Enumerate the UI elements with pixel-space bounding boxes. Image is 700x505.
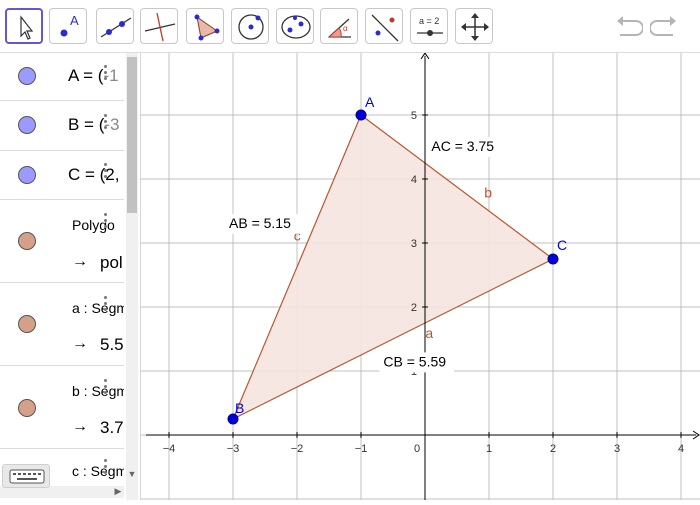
more-menu-icon[interactable] — [104, 296, 108, 314]
y-tick-label: 5 — [411, 110, 417, 122]
conic-tool-icon — [281, 15, 311, 39]
move-graphics-view-icon — [461, 13, 489, 41]
point-c[interactable] — [547, 253, 559, 265]
slider-tool-button[interactable]: a = 2 — [410, 8, 448, 44]
x-tick-label: 0 — [414, 443, 420, 455]
algebra-item-polygon[interactable]: Polygo → pol — [0, 200, 124, 283]
x-tick-label: −1 — [355, 443, 368, 455]
y-tick-label: 4 — [411, 174, 417, 186]
redo-button[interactable] — [649, 12, 680, 40]
slider-tool-text: a = 2 — [419, 16, 439, 26]
algebra-item-segment-b-output: 3.7 — [100, 418, 124, 437]
algebra-scroll-thumb[interactable] — [127, 57, 137, 213]
algebra-item-c[interactable]: C = (2, — [0, 151, 124, 200]
conic-tool-button[interactable] — [276, 8, 314, 44]
algebra-item-segment-a-text: a : Segm — [72, 300, 124, 316]
undo-button[interactable] — [613, 12, 644, 40]
circle-center-point-tool-icon — [238, 14, 264, 40]
x-tick-label: −2 — [291, 443, 304, 455]
algebra-item-b-text: B = (-3 — [68, 115, 120, 134]
point-label-b: B — [235, 400, 244, 416]
point-label-c: C — [557, 237, 567, 253]
output-arrow: → — [72, 418, 88, 435]
algebra-item-a[interactable]: A = (-1 — [0, 53, 124, 101]
algebra-item-polygon-output: pol — [100, 253, 123, 272]
algebra-item-segment-a-output: 5.5 — [100, 335, 124, 354]
triangle-polygon[interactable] — [231, 114, 555, 421]
reflect-tool-button[interactable] — [365, 8, 403, 44]
scroll-right-arrow-icon[interactable]: ▶ — [112, 486, 124, 498]
segment-b-name: b — [484, 184, 492, 200]
x-tick-label: 4 — [678, 443, 684, 455]
algebra-item-segment-b-text: b : Segm — [72, 383, 124, 399]
x-tick-label: 2 — [550, 443, 556, 455]
visibility-toggle-segment-a[interactable] — [18, 315, 36, 333]
line-tool-button[interactable] — [96, 8, 134, 44]
keyboard-icon — [9, 469, 45, 484]
polygon-tool-icon — [194, 14, 220, 41]
perpendicular-line-tool-icon — [144, 12, 176, 42]
move-tool-icon — [20, 15, 34, 40]
x-tick-label: 1 — [486, 443, 492, 455]
more-menu-icon[interactable] — [104, 163, 108, 181]
redo-icon — [649, 16, 676, 36]
undo-icon — [617, 16, 644, 36]
caption-ac: AC = 3.75 — [431, 138, 494, 154]
algebra-item-polygon-text: Polygo — [72, 217, 115, 233]
algebra-view: A = (-1 B = (-3 C = (2, Polygo → pol a :… — [0, 53, 141, 500]
algebra-item-b[interactable]: B = (-3 — [0, 101, 124, 151]
graphics-canvas[interactable]: −4−3−2−10123412345bcaAB = 5.15AC = 3.75C… — [104, 50, 700, 500]
angle-tool-icon: α — [327, 18, 351, 38]
segment-a-name: a — [425, 325, 433, 341]
more-menu-icon[interactable] — [104, 379, 108, 397]
keyboard-button[interactable] — [2, 464, 50, 488]
x-tick-label: 3 — [614, 443, 620, 455]
algebra-vertical-scrollbar[interactable]: ▼ — [126, 53, 138, 500]
svg-text:α: α — [343, 24, 348, 33]
y-tick-label: 2 — [411, 302, 417, 314]
graphics-view[interactable]: −4−3−2−10123412345bcaAB = 5.15AC = 3.75C… — [104, 50, 700, 500]
move-graphics-view-button[interactable] — [455, 8, 493, 44]
visibility-toggle-polygon[interactable] — [18, 232, 36, 250]
perpendicular-line-tool-button[interactable] — [140, 8, 178, 44]
reflect-tool-icon — [371, 14, 399, 42]
more-menu-icon[interactable] — [104, 65, 108, 83]
x-tick-label: −3 — [227, 443, 240, 455]
visibility-toggle-a[interactable] — [18, 67, 36, 85]
visibility-toggle-c[interactable] — [18, 166, 36, 184]
point-tool-icon: A — [60, 13, 79, 37]
slider-tool-icon: a = 2 — [417, 16, 443, 36]
algebra-item-segment-b[interactable]: b : Segm → 3.7 — [0, 366, 124, 449]
polygon-tool-button[interactable] — [186, 8, 224, 44]
caption-ab: AB = 5.15 — [229, 215, 291, 231]
circle-tool-button[interactable] — [231, 8, 269, 44]
point-tool-letter: A — [70, 13, 79, 28]
algebra-item-segment-a[interactable]: a : Segm → 5.5 — [0, 283, 124, 366]
algebra-item-segment-c-text: c : Segm — [72, 463, 124, 479]
output-arrow: → — [72, 253, 88, 270]
y-tick-label: 3 — [411, 238, 417, 250]
move-tool-button[interactable] — [5, 8, 43, 44]
more-menu-icon[interactable] — [104, 459, 108, 477]
more-menu-icon[interactable] — [104, 213, 108, 231]
toolbar: A α a = 2 — [0, 0, 700, 53]
algebra-item-a-text: A = (-1 — [68, 66, 119, 85]
point-a[interactable] — [355, 109, 367, 121]
x-tick-label: −4 — [163, 443, 176, 455]
line-tool-icon — [100, 17, 132, 38]
point-tool-button[interactable]: A — [49, 8, 87, 44]
output-arrow: → — [72, 335, 88, 352]
caption-cb: CB = 5.59 — [383, 353, 446, 369]
more-menu-icon[interactable] — [104, 114, 108, 132]
visibility-toggle-segment-b[interactable] — [18, 399, 36, 417]
algebra-item-c-text: C = (2, — [68, 165, 120, 184]
point-label-a: A — [365, 94, 375, 110]
visibility-toggle-b[interactable] — [18, 116, 36, 134]
scroll-down-arrow-icon[interactable]: ▼ — [126, 469, 138, 481]
angle-tool-button[interactable]: α — [320, 8, 358, 44]
